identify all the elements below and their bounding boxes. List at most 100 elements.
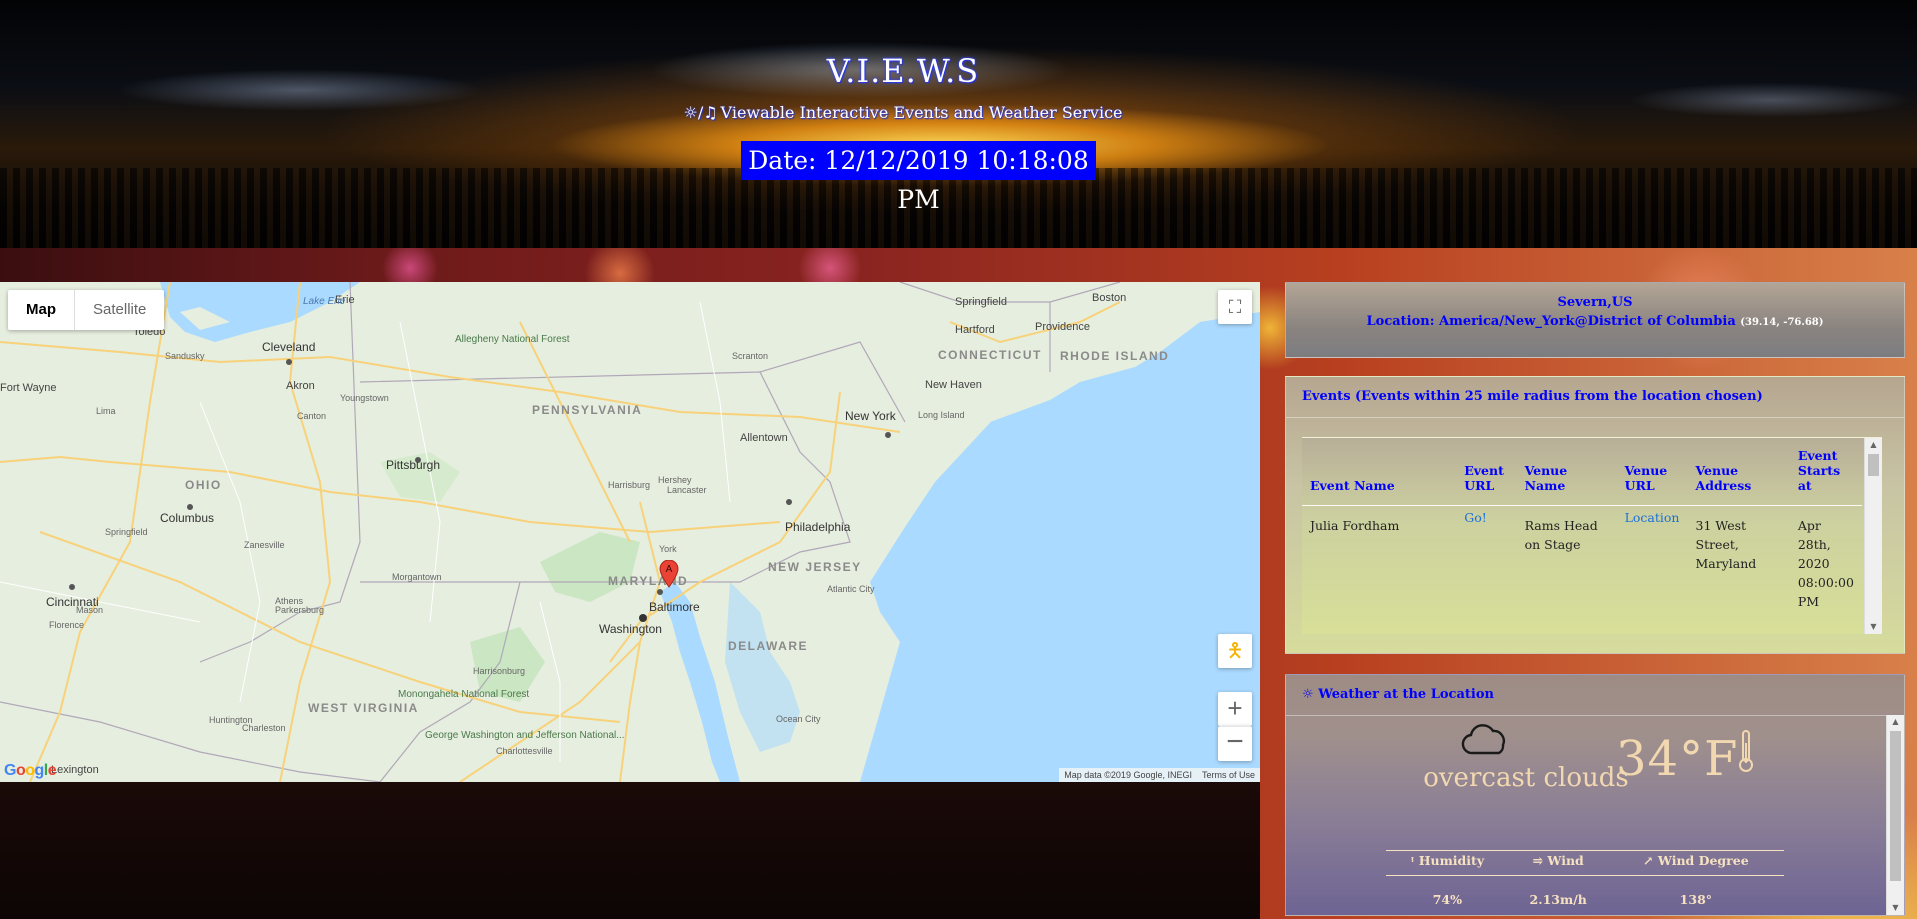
humidity-header: ᵎ Humidity (1386, 850, 1509, 876)
location-line: Location: America/New_York@District of C… (1286, 314, 1904, 329)
cloud-icon (1461, 724, 1505, 755)
map-label: Boston (1092, 292, 1126, 304)
fullscreen-button[interactable]: ⛶ (1218, 290, 1252, 324)
scroll-up-icon[interactable]: ▲ (1887, 715, 1904, 729)
temperature: 34°F (1616, 727, 1754, 787)
scroll-thumb[interactable] (1890, 731, 1901, 881)
weather-header: ☼ Weather at the Location (1286, 675, 1904, 716)
events-table-container[interactable]: Event Name Event URL Venue Name Venue UR… (1302, 437, 1882, 634)
zoom-in-button[interactable]: + (1218, 692, 1252, 726)
map-label: Parkersburg (275, 605, 324, 615)
map-type-satellite-button[interactable]: Satellite (74, 290, 164, 330)
map-label: Canton (297, 411, 326, 421)
col-venue-name: Venue Name (1516, 438, 1617, 506)
map-label: New York (845, 409, 897, 423)
map-label: OHIO (185, 478, 222, 492)
location-coords: (39.14, -76.68) (1740, 317, 1824, 328)
map-label: RHODE ISLAND (1060, 349, 1169, 363)
event-name-cell: Julia Fordham (1310, 518, 1400, 533)
map-canvas[interactable]: Erie Springfield BostonToledoClevelandAlle… (0, 282, 1260, 782)
map-label: Harrisonburg (473, 666, 525, 676)
map-label: New Haven (925, 379, 982, 391)
marker-label: A (666, 564, 673, 575)
map-label: Providence (1035, 321, 1090, 333)
col-event-url: Event URL (1456, 438, 1517, 506)
map-label: PENNSYLVANIA (532, 403, 642, 417)
map-label: Lake Erie (303, 296, 346, 307)
wind-value: 2.13m/h (1529, 892, 1587, 907)
events-scrollbar[interactable]: ▲ ▼ (1864, 438, 1882, 634)
map-label: Morgantown (392, 572, 442, 582)
map-label: Akron (286, 380, 315, 392)
map-label: Allegheny National Forest (455, 334, 570, 345)
terms-of-use-link[interactable]: Terms of Use (1197, 768, 1260, 782)
humidity-value: 74% (1432, 892, 1462, 907)
map-label: Monongahela National Forest (398, 689, 529, 700)
scroll-thumb[interactable] (1868, 454, 1879, 476)
events-table: Event Name Event URL Venue Name Venue UR… (1302, 438, 1862, 621)
map-label: CONNECTICUT (938, 348, 1042, 362)
sun-icon: ☼ (1302, 687, 1314, 702)
page-title: V.I.E.W.S (826, 52, 980, 90)
pegman-icon: 🯅 (1226, 640, 1244, 662)
col-event-name: Event Name (1302, 438, 1457, 506)
map-label: York (659, 544, 677, 554)
current-date: Date: 12/12/2019 10:18:08 PM (741, 141, 1096, 214)
thermometer-icon (1739, 730, 1754, 772)
map-label: Cincinnati (46, 595, 99, 609)
header-banner: V.I.E.W.S ☼/♫ Viewable Interactive Events… (0, 0, 1917, 248)
map-label: George Washington and Jefferson National… (425, 730, 625, 741)
scroll-down-icon[interactable]: ▼ (1887, 901, 1904, 915)
wind-direction-icon: ↗ (1643, 853, 1654, 868)
location-marker[interactable]: A (659, 560, 679, 588)
event-start-cell: Apr 28th, 2020 08:00:00 PM (1797, 518, 1854, 609)
map-type-map-button[interactable]: Map (8, 290, 74, 330)
map-label: Lima (96, 406, 116, 416)
map-label: Scranton (732, 351, 768, 361)
scroll-down-icon[interactable]: ▼ (1865, 620, 1882, 634)
temperature-value: 34°F (1616, 731, 1739, 787)
events-header-row: Event Name Event URL Venue Name Venue UR… (1302, 438, 1862, 506)
location-city: Severn,US (1557, 295, 1633, 310)
col-venue-address: Venue Address (1687, 438, 1790, 506)
weather-header-text: Weather at the Location (1318, 687, 1494, 702)
events-header: Events (Events within 25 mile radius fro… (1286, 377, 1904, 418)
weather-details-table: ᵎ Humidity ⥤ Wind ↗ Wind Degree 74% 2.13… (1386, 850, 1784, 908)
map-label: Allentown (740, 432, 788, 444)
map-label: Ocean City (776, 714, 821, 724)
wind-header: ⥤ Wind (1508, 850, 1608, 876)
map-label: NEW JERSEY (768, 560, 862, 574)
scroll-up-icon[interactable]: ▲ (1865, 438, 1882, 452)
wind-degree-value: 138° (1679, 892, 1713, 907)
map-attribution: Map data ©2019 Google, INEGI (1064, 770, 1192, 780)
weather-scrollbar[interactable]: ▲ ▼ (1886, 715, 1904, 915)
map-label: Hershey (658, 475, 692, 485)
wind-icon: ⥤ (1532, 853, 1544, 868)
sun-music-icon: ☼/♫ (683, 103, 718, 122)
map-label: DELAWARE (728, 639, 808, 653)
street-view-pegman[interactable]: 🯅 (1218, 634, 1252, 668)
map-footer: Map data ©2019 Google, INEGI Terms of Us… (1059, 768, 1260, 782)
google-map[interactable]: Erie Springfield Boston Toledo Cleveland Alle… (0, 282, 1260, 782)
venue-location-link[interactable]: Location (1625, 510, 1680, 525)
map-label: Lexington (51, 764, 99, 776)
map-label: Washington (599, 622, 662, 636)
zoom-out-button[interactable]: − (1218, 726, 1252, 761)
event-go-link[interactable]: Go! (1464, 510, 1487, 525)
map-label: Zanesville (244, 540, 285, 550)
map-label: Charlottesville (496, 746, 553, 756)
stage-bottom (0, 782, 1260, 919)
map-label: Long Island (918, 410, 965, 420)
weather-panel: ☼ Weather at the Location overcast cloud… (1285, 674, 1905, 916)
google-logo[interactable]: Google (4, 762, 57, 780)
map-label: Florence (49, 620, 84, 630)
map-label: Springfield (955, 296, 1007, 308)
map-label: Columbus (160, 511, 214, 525)
map-label: Youngstown (340, 393, 389, 403)
map-label: Baltimore (649, 600, 700, 614)
map-label: WEST VIRGINIA (308, 701, 419, 715)
map-label: Fort Wayne (0, 382, 56, 394)
page-subtitle: ☼/♫ Viewable Interactive Events and Weath… (0, 103, 1806, 122)
map-label: Charleston (242, 723, 286, 733)
map-label: Hartford (955, 324, 995, 336)
